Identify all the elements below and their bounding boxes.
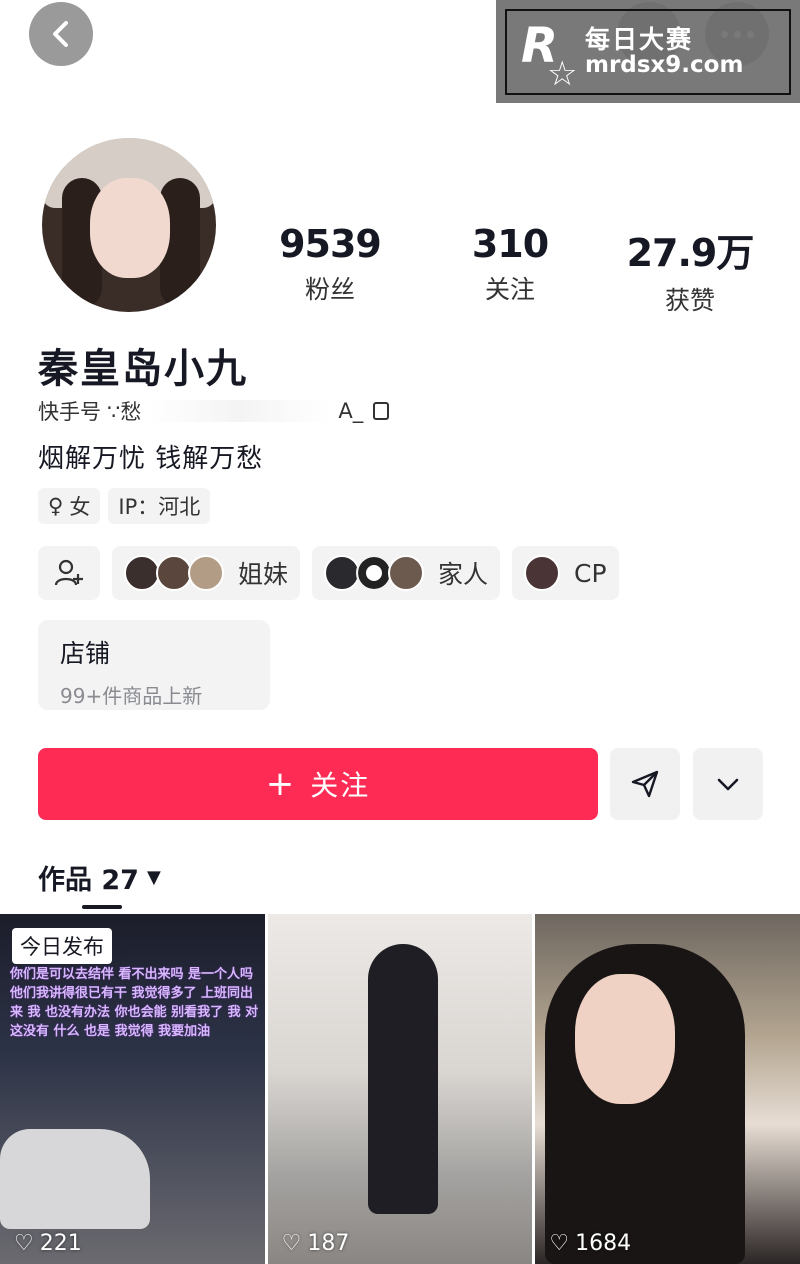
avatar — [124, 555, 160, 591]
stat-fans[interactable]: 9539 粉丝 — [240, 222, 420, 317]
chevron-down-icon — [717, 778, 739, 791]
more-options-button[interactable] — [693, 748, 763, 820]
heart-icon: ♡ — [14, 1231, 34, 1256]
heart-icon: ♡ — [549, 1231, 570, 1256]
profile-tags: ♀ 女 IP：河北 — [38, 488, 211, 524]
like-count: ♡ 221 — [14, 1231, 82, 1256]
send-icon — [631, 770, 659, 798]
avatar — [388, 555, 425, 591]
video-thumbnail[interactable]: ♡ 187 — [267, 914, 533, 1264]
tab-works-label: 作品 27 — [38, 865, 139, 896]
like-count: ♡ 187 — [282, 1231, 350, 1256]
caret-down-icon: ▼ — [146, 867, 161, 888]
shop-title: 店铺 — [60, 639, 111, 668]
relation-groups: 姐妹 家人 CP — [38, 546, 619, 600]
avatar — [188, 555, 224, 591]
group-family[interactable]: 家人 — [312, 546, 501, 600]
gender-label: 女 — [69, 495, 91, 519]
add-friend-button[interactable] — [38, 546, 100, 600]
like-value: 187 — [307, 1231, 350, 1256]
group-label: CP — [574, 558, 607, 588]
plus-icon: + — [265, 764, 297, 804]
car-image — [0, 1129, 150, 1229]
video-thumbnail[interactable]: ♡ 1684 — [535, 914, 800, 1264]
redacted-id — [147, 400, 333, 422]
kuaishou-id-end: A_ — [338, 399, 364, 423]
today-badge: 今日发布 — [12, 928, 112, 964]
face-image — [575, 974, 676, 1104]
kuaishou-id-start: ∵愁 — [107, 400, 142, 424]
stat-following[interactable]: 310 关注 — [420, 222, 600, 317]
profile-bio: 烟解万忧 钱解万愁 — [38, 444, 264, 474]
video-grid: 今日发布 你们是可以去结伴 看不出来吗 是一个人吗 他们我讲得很已有干 我觉得多… — [0, 914, 800, 1264]
ip-tag: IP：河北 — [108, 488, 211, 524]
like-value: 221 — [39, 1231, 82, 1256]
female-icon: ♀ — [48, 494, 64, 518]
stat-label: 粉丝 — [304, 275, 355, 304]
watermark-title: 每日大赛 — [585, 24, 694, 54]
stat-label: 关注 — [484, 275, 535, 304]
group-sisters[interactable]: 姐妹 — [112, 546, 301, 600]
avatar[interactable] — [42, 138, 216, 312]
stat-value: 310 — [471, 222, 549, 266]
ip-label: IP：河北 — [118, 495, 201, 519]
stat-likes[interactable]: 27.9万 获赞 — [600, 222, 780, 317]
top-bar: R ☆ 每日大赛 mrdsx9.com — [0, 0, 800, 110]
add-user-icon — [54, 559, 83, 586]
like-value: 1684 — [575, 1231, 632, 1256]
person-image — [367, 944, 438, 1214]
share-button[interactable] — [610, 748, 680, 820]
avatar — [356, 555, 393, 591]
stat-label: 获赞 — [664, 286, 715, 315]
avatar — [156, 555, 192, 591]
shop-card[interactable]: 店铺 99+件商品上新 — [38, 620, 270, 710]
tab-underline — [82, 905, 122, 909]
back-button[interactable] — [29, 2, 93, 66]
stat-value: 27.9万 — [626, 231, 755, 275]
stat-value: 9539 — [279, 222, 382, 266]
tab-works[interactable]: 作品 27 ▼ — [38, 858, 161, 897]
follow-button[interactable]: + 关注 — [38, 748, 598, 820]
avatar — [524, 555, 561, 591]
chevron-left-icon — [53, 21, 68, 47]
video-caption: 你们是可以去结伴 看不出来吗 是一个人吗 他们我讲得很已有干 我觉得多了 上班同… — [10, 967, 259, 1039]
profile-stats: 9539 粉丝 310 关注 27.9万 获赞 — [240, 222, 780, 317]
video-thumbnail[interactable]: 今日发布 你们是可以去结伴 看不出来吗 是一个人吗 他们我讲得很已有干 我觉得多… — [0, 914, 265, 1264]
like-count: ♡ 1684 — [549, 1231, 631, 1256]
profile-nickname: 秦皇岛小九 — [38, 346, 248, 392]
group-label: 姐妹 — [238, 560, 289, 589]
group-cp[interactable]: CP — [512, 546, 619, 600]
copy-icon[interactable] — [373, 402, 390, 420]
avatar — [324, 555, 361, 591]
shop-subtitle: 99+件商品上新 — [60, 684, 203, 708]
watermark-logo: R ☆ — [521, 18, 578, 94]
follow-label: 关注 — [310, 769, 371, 802]
kuaishou-id-label: 快手号 — [38, 400, 101, 424]
watermark: R ☆ 每日大赛 mrdsx9.com — [496, 0, 800, 103]
kuaishou-id: 快手号 ∵愁 A_ — [38, 396, 390, 426]
watermark-url: mrdsx9.com — [585, 52, 744, 79]
gender-tag: ♀ 女 — [38, 488, 101, 524]
heart-icon: ♡ — [281, 1231, 302, 1256]
group-label: 家人 — [438, 560, 489, 589]
